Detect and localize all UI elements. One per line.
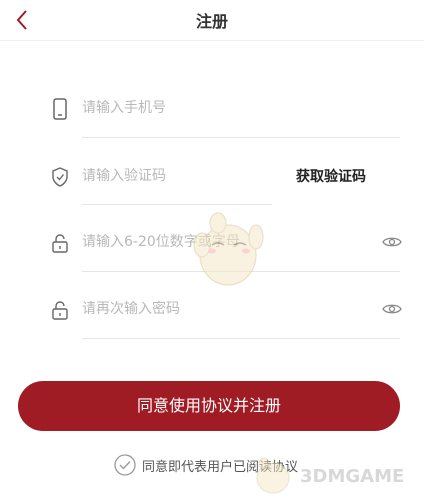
register-button[interactable]: 同意使用协议并注册 [18, 381, 400, 431]
watermark-text: 3DMGAME [300, 466, 405, 487]
lock-icon [52, 234, 68, 253]
phone-icon [53, 98, 67, 120]
top-bar: 注册 [0, 0, 424, 41]
phone-input[interactable] [82, 94, 382, 122]
mascot-logo-icon [256, 457, 290, 494]
confirm-password-input[interactable] [82, 295, 362, 323]
lock-icon [52, 301, 68, 320]
page-title: 注册 [195, 12, 228, 31]
get-code-button[interactable]: 获取验证码 [296, 166, 366, 186]
code-field-row [50, 144, 270, 206]
eye-icon[interactable] [382, 302, 402, 316]
eye-icon[interactable] [382, 235, 402, 249]
shield-check-icon [52, 167, 68, 187]
divider [82, 338, 400, 339]
checkmark-circle-icon[interactable] [114, 454, 136, 476]
mascot-watermark-icon [193, 212, 264, 286]
code-input[interactable] [82, 162, 262, 190]
divider [82, 137, 400, 138]
phone-field-row [50, 76, 400, 138]
